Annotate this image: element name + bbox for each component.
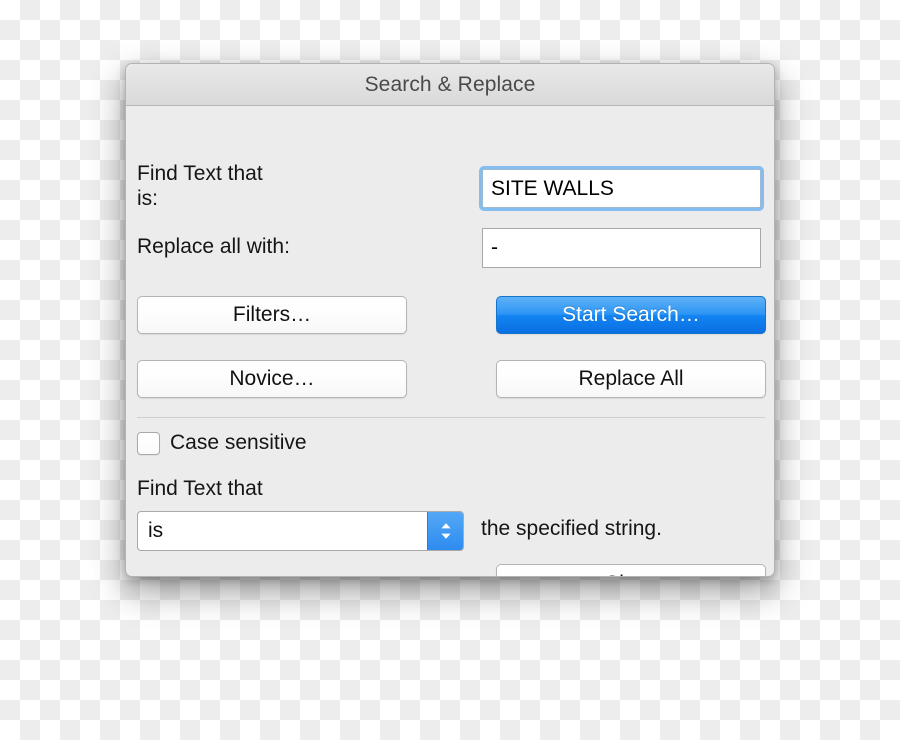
chevron-up-down-icon	[427, 512, 463, 550]
match-suffix-label: the specified string.	[481, 517, 662, 540]
case-sensitive-label: Case sensitive	[170, 431, 307, 454]
filters-button[interactable]: Filters…	[137, 296, 407, 334]
search-replace-dialog: Search & Replace Find Text that is: SITE…	[125, 63, 775, 577]
dialog-body: Find Text that is: SITE WALLS Replace al…	[126, 106, 774, 576]
match-mode-select-value: is	[148, 519, 164, 542]
match-mode-label: Find Text that	[137, 477, 263, 500]
section-divider	[137, 417, 765, 418]
close-button[interactable]: Close	[496, 564, 766, 576]
replace-all-input[interactable]: -	[482, 228, 761, 268]
find-text-label-line1: Find Text that	[137, 162, 263, 185]
case-sensitive-row[interactable]: Case sensitive	[137, 431, 307, 455]
find-text-input-focus-ring: SITE WALLS	[479, 166, 764, 211]
find-text-label-line2: is:	[137, 187, 158, 210]
find-text-input[interactable]: SITE WALLS	[482, 169, 761, 208]
dialog-title: Search & Replace	[364, 72, 536, 96]
match-mode-select[interactable]: is	[137, 511, 464, 551]
replace-all-button[interactable]: Replace All	[496, 360, 766, 398]
novice-button[interactable]: Novice…	[137, 360, 407, 398]
find-text-label: Find Text that is:	[137, 161, 467, 211]
dialog-titlebar[interactable]: Search & Replace	[126, 64, 774, 106]
replace-all-label: Replace all with:	[137, 235, 290, 258]
start-search-button[interactable]: Start Search…	[496, 296, 766, 334]
case-sensitive-checkbox[interactable]	[137, 431, 160, 455]
